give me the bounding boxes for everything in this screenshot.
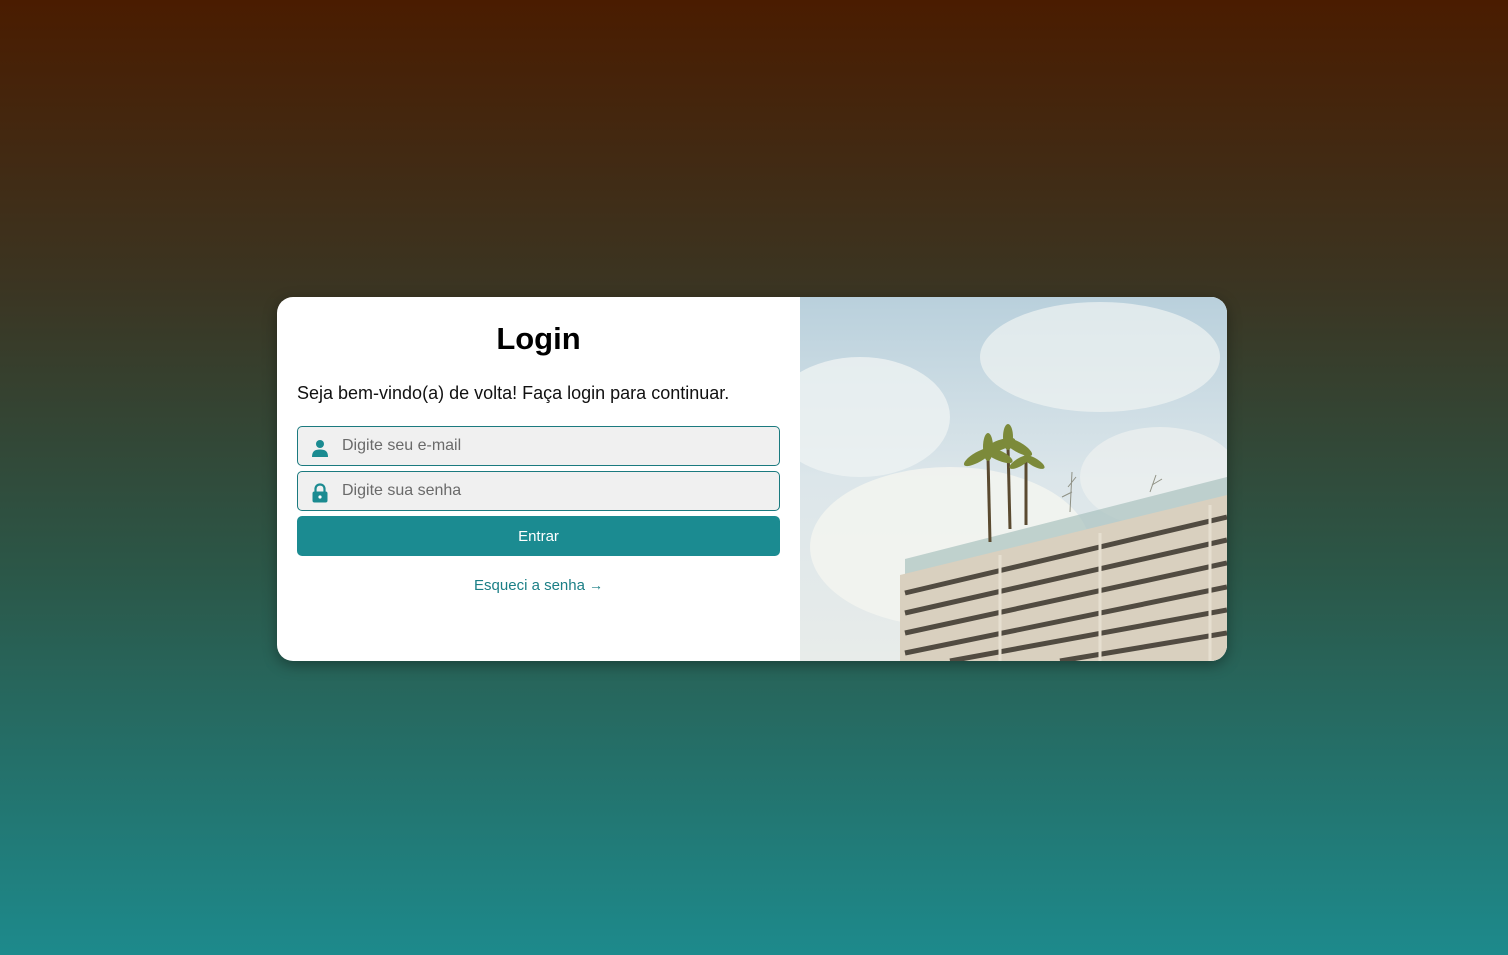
hero-image <box>800 297 1227 661</box>
login-form-panel: Login Seja bem-vindo(a) de volta! Faça l… <box>277 297 800 661</box>
password-input[interactable] <box>342 473 762 509</box>
building-photo <box>800 297 1227 661</box>
page-title: Login <box>496 321 581 356</box>
password-field[interactable] <box>297 471 780 511</box>
login-card: Login Seja bem-vindo(a) de volta! Faça l… <box>277 297 1227 661</box>
forgot-password-link[interactable]: Esqueci a senha → <box>277 577 800 594</box>
welcome-text: Seja bem-vindo(a) de volta! Faça login p… <box>297 383 730 403</box>
user-icon <box>298 435 342 457</box>
email-field[interactable] <box>297 426 780 466</box>
forgot-password-label: Esqueci a senha <box>474 577 585 594</box>
submit-button[interactable]: Entrar <box>297 516 780 556</box>
email-input[interactable] <box>342 428 762 464</box>
lock-icon <box>298 479 342 503</box>
arrow-right-icon: → <box>588 577 603 593</box>
